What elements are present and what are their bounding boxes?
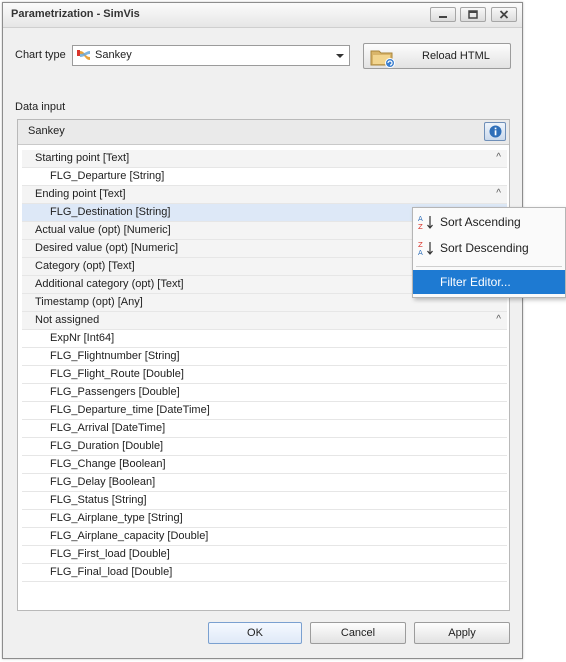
chevron-up-icon[interactable]: ^ (496, 188, 501, 199)
svg-text:Z: Z (418, 223, 423, 230)
group-label: Timestamp (opt) [Any] (35, 296, 143, 308)
field-row[interactable]: FLG_Duration [Double] (22, 438, 507, 456)
cancel-label: Cancel (340, 627, 376, 639)
group-label: Actual value (opt) [Numeric] (35, 224, 171, 236)
dialog-window: Parametrization - SimVis Chart type Sank… (2, 2, 523, 659)
field-row[interactable]: FLG_Departure_time [DateTime] (22, 402, 507, 420)
chevron-up-icon[interactable]: ^ (496, 314, 501, 325)
svg-text:A: A (418, 215, 423, 223)
chevron-up-icon[interactable]: ^ (496, 152, 501, 163)
group-row[interactable]: Not assigned ^ (22, 312, 507, 330)
folder-reload-icon (370, 46, 396, 71)
filter-editor-label: Filter Editor... (440, 275, 511, 289)
group-label: Ending point [Text] (35, 188, 126, 200)
group-label: Desired value (opt) [Numeric] (35, 242, 179, 254)
cancel-button[interactable]: Cancel (310, 622, 406, 644)
sort-descending-item[interactable]: Z A Sort Descending (413, 236, 565, 260)
field-row[interactable]: ExpNr [Int64] (22, 330, 507, 348)
field-row[interactable]: FLG_Airplane_capacity [Double] (22, 528, 507, 546)
group-label: Category (opt) [Text] (35, 260, 135, 272)
chart-type-value: Sankey (95, 49, 132, 61)
field-row[interactable]: FLG_Flightnumber [String] (22, 348, 507, 366)
group-row[interactable]: Ending point [Text] ^ (22, 186, 507, 204)
apply-button[interactable]: Apply (414, 622, 510, 644)
sort-descending-icon: Z A (418, 240, 436, 259)
apply-label: Apply (448, 627, 476, 639)
maximize-button[interactable] (460, 7, 486, 22)
sort-ascending-label: Sort Ascending (440, 215, 521, 229)
field-label: FLG_Departure [String] (50, 170, 165, 182)
maximize-icon (461, 8, 485, 21)
field-row[interactable]: FLG_Change [Boolean] (22, 456, 507, 474)
field-label: FLG_Destination [String] (50, 206, 171, 218)
field-label: FLG_Flight_Route [Double] (50, 368, 184, 380)
field-row[interactable]: FLG_Departure [String] (22, 168, 507, 186)
field-label: FLG_Change [Boolean] (50, 458, 166, 470)
group-label: Additional category (opt) [Text] (35, 278, 184, 290)
field-label: FLG_Arrival [DateTime] (50, 422, 166, 434)
sort-ascending-item[interactable]: A Z Sort Ascending (413, 210, 565, 234)
field-label: FLG_Delay [Boolean] (50, 476, 156, 488)
chart-type-select[interactable]: Sankey (72, 45, 350, 66)
chevron-down-icon (336, 54, 344, 58)
group-label: Starting point [Text] (35, 152, 130, 164)
context-menu: A Z Sort Ascending Z A Sort Descending F… (412, 207, 566, 298)
sankey-icon (77, 49, 91, 65)
svg-text:A: A (418, 249, 423, 256)
group-label: Not assigned (35, 314, 100, 326)
field-label: FLG_Status [String] (50, 494, 147, 506)
field-row[interactable]: FLG_Airplane_type [String] (22, 510, 507, 528)
filter-editor-item[interactable]: Filter Editor... (413, 270, 565, 294)
sort-descending-label: Sort Descending (440, 241, 529, 255)
panel-title: Sankey (28, 125, 65, 137)
sort-ascending-icon: A Z (418, 214, 436, 233)
minimize-icon (431, 8, 455, 21)
field-label: FLG_Final_load [Double] (50, 566, 173, 578)
info-icon (489, 125, 502, 141)
svg-text:Z: Z (418, 241, 423, 249)
field-row[interactable]: FLG_Final_load [Double] (22, 564, 507, 582)
field-label: FLG_First_load [Double] (50, 548, 170, 560)
close-icon (492, 8, 516, 21)
info-button[interactable] (484, 122, 506, 141)
data-input-label: Data input (15, 101, 66, 113)
field-label: FLG_Duration [Double] (50, 440, 164, 452)
field-label: FLG_Airplane_capacity [Double] (50, 530, 209, 542)
group-row[interactable]: Starting point [Text] ^ (22, 150, 507, 168)
ok-button[interactable]: OK (208, 622, 302, 644)
minimize-button[interactable] (430, 7, 456, 22)
field-label: FLG_Passengers [Double] (50, 386, 180, 398)
field-label: ExpNr [Int64] (50, 332, 115, 344)
field-row[interactable]: FLG_Status [String] (22, 492, 507, 510)
title-bar: Parametrization - SimVis (3, 3, 522, 28)
menu-separator (416, 266, 562, 267)
close-button[interactable] (491, 7, 517, 22)
field-row[interactable]: FLG_First_load [Double] (22, 546, 507, 564)
data-input-panel: Sankey Starting point [Text] ^ FLG_Departu… (17, 119, 510, 611)
field-label: FLG_Airplane_type [String] (50, 512, 183, 524)
panel-header: Sankey (18, 120, 509, 145)
field-row[interactable]: FLG_Flight_Route [Double] (22, 366, 507, 384)
field-row[interactable]: FLG_Delay [Boolean] (22, 474, 507, 492)
reload-html-button[interactable]: Reload HTML (363, 43, 511, 69)
reload-html-label: Reload HTML (422, 50, 490, 62)
field-label: FLG_Departure_time [DateTime] (50, 404, 210, 416)
ok-label: OK (247, 627, 263, 639)
window-title: Parametrization - SimVis (11, 8, 140, 20)
field-label: FLG_Flightnumber [String] (50, 350, 180, 362)
chart-type-label: Chart type (15, 49, 66, 61)
field-row[interactable]: FLG_Passengers [Double] (22, 384, 507, 402)
field-row[interactable]: FLG_Arrival [DateTime] (22, 420, 507, 438)
